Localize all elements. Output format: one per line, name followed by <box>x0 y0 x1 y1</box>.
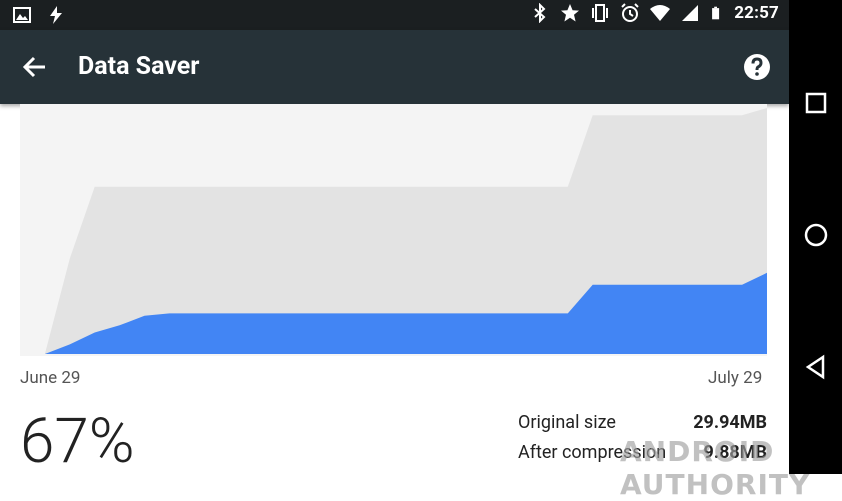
battery-icon <box>712 6 720 20</box>
recents-icon[interactable] <box>801 88 831 118</box>
bluetooth-icon <box>534 3 546 23</box>
signal-icon <box>682 5 699 21</box>
status-time: 22:57 <box>734 3 779 23</box>
home-icon[interactable] <box>801 220 831 250</box>
navigation-bar <box>789 0 842 474</box>
original-size-value: 29.94MB <box>693 412 767 433</box>
data-usage-chart <box>20 104 767 356</box>
image-icon <box>13 7 31 23</box>
flash-icon <box>50 6 62 24</box>
wifi-icon <box>650 5 671 21</box>
help-icon[interactable] <box>742 52 772 82</box>
alarm-icon <box>621 3 639 22</box>
star-icon <box>561 4 580 22</box>
x-axis-end-label: July 29 <box>708 368 763 388</box>
savings-percent: 67% <box>20 405 135 478</box>
back-arrow-icon[interactable] <box>20 52 50 82</box>
app-bar: Data Saver <box>0 30 789 104</box>
vibrate-icon <box>592 4 609 22</box>
x-axis-start-label: June 29 <box>20 368 81 388</box>
status-bar: 22:57 <box>0 0 789 30</box>
page-title: Data Saver <box>78 52 200 81</box>
original-size-label: Original size <box>518 412 616 433</box>
back-icon[interactable] <box>801 352 831 382</box>
